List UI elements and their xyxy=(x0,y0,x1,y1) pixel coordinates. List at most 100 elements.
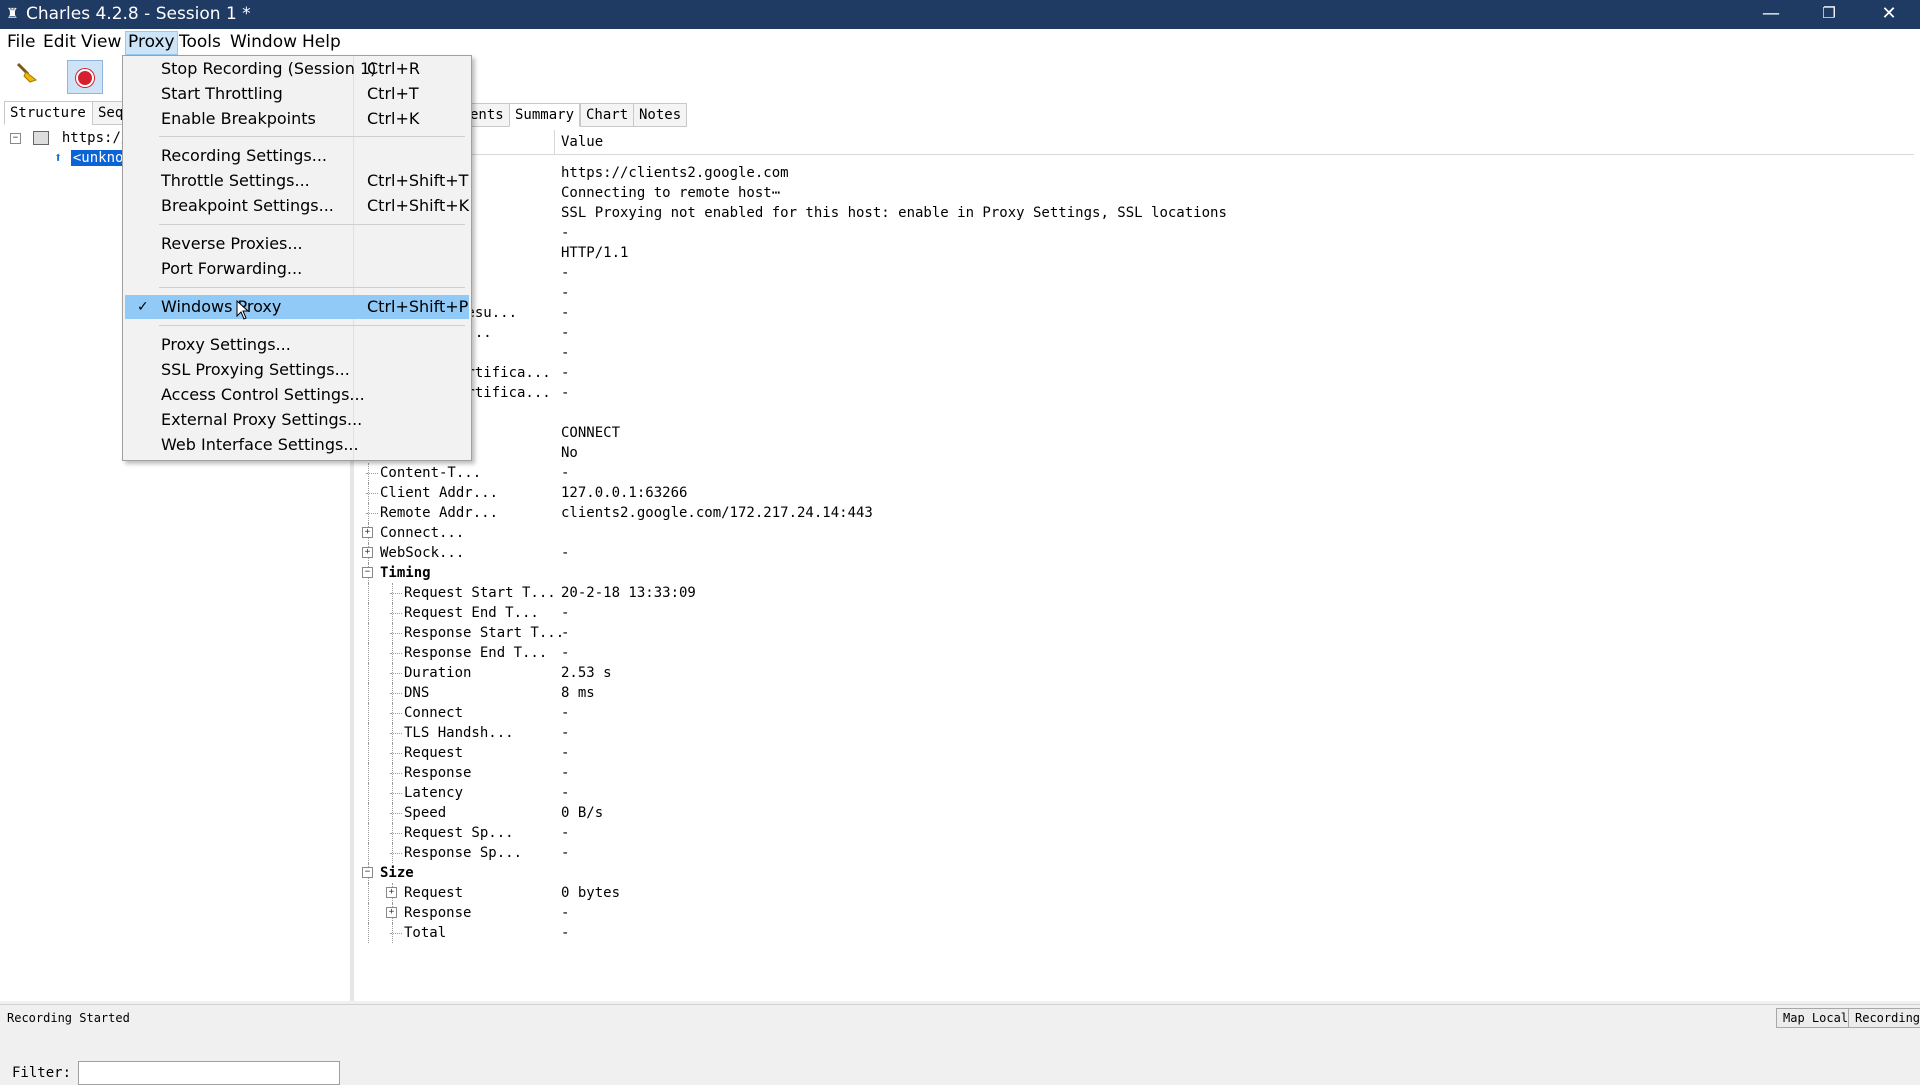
row-name: Total xyxy=(404,925,447,941)
table-row[interactable]: + Connect... xyxy=(354,523,1914,543)
filter-input[interactable] xyxy=(78,1061,340,1085)
minimize-button[interactable]: — xyxy=(1742,0,1800,29)
table-row[interactable]: + WebSock... - xyxy=(354,543,1914,563)
menu-item-breakpoint-settings[interactable]: Breakpoint Settings... Ctrl+Shift+K xyxy=(125,194,469,218)
table-row[interactable]: Response - xyxy=(354,763,1914,783)
table-header: Value xyxy=(354,130,1914,155)
menu-item-enable-breakpoints[interactable]: Enable Breakpoints Ctrl+K xyxy=(125,107,469,131)
row-value: 127.0.0.1:63266 xyxy=(561,485,688,501)
row-value: - xyxy=(561,785,570,801)
row-name: Response Start T... xyxy=(404,625,565,641)
close-button[interactable]: ✕ xyxy=(1858,0,1920,29)
row-name: Response End T... xyxy=(404,645,548,661)
table-row[interactable]: u... - xyxy=(354,323,1914,343)
restore-button[interactable]: ❐ xyxy=(1800,0,1858,29)
row-name: Request xyxy=(404,885,464,901)
menu-item-recording-settings[interactable]: Recording Settings... xyxy=(125,144,469,168)
row-name: Connect xyxy=(404,705,464,721)
menu-item-external-proxy-settings[interactable]: External Proxy Settings... xyxy=(125,408,469,432)
table-row[interactable]: .. xyxy=(354,403,1914,423)
broom-clear-icon[interactable] xyxy=(10,60,44,92)
row-name: Response xyxy=(404,905,472,921)
menu-edit[interactable]: Edit xyxy=(41,32,78,54)
expand-icon[interactable]: + xyxy=(386,907,397,918)
collapse-icon[interactable]: − xyxy=(10,132,21,144)
checkmark-icon: ✓ xyxy=(137,299,149,315)
table-row[interactable]: Response End T... - xyxy=(354,643,1914,663)
record-button[interactable] xyxy=(67,60,103,94)
table-row[interactable]: Response Sp... - xyxy=(354,843,1914,863)
table-row[interactable]: Duration 2.53 s xyxy=(354,663,1914,683)
menu-item-windows-proxy[interactable]: ✓ Windows Proxy Ctrl+Shift+P xyxy=(125,295,469,319)
tab-notes[interactable]: Notes xyxy=(633,103,688,127)
table-row[interactable]: - xyxy=(354,343,1914,363)
tab-structure[interactable]: Structure xyxy=(4,101,96,125)
host-lock-icon xyxy=(33,131,50,145)
menu-item-reverse-proxies[interactable]: Reverse Proxies... xyxy=(125,232,469,256)
menu-item-proxy-settings[interactable]: Proxy Settings... xyxy=(125,333,469,357)
menu-item-port-forwarding[interactable]: Port Forwarding... xyxy=(125,257,469,281)
table-row[interactable]: − Size xyxy=(354,863,1914,883)
table-row[interactable]: Total - xyxy=(354,923,1914,943)
map-local-button[interactable]: Map Local xyxy=(1776,1008,1856,1028)
menu-item-access-control-settings[interactable]: Access Control Settings... xyxy=(125,383,469,407)
row-value: 0 B/s xyxy=(561,805,604,821)
collapse-icon[interactable]: − xyxy=(362,867,373,878)
expand-icon[interactable]: + xyxy=(362,527,373,538)
expand-icon[interactable]: + xyxy=(362,547,373,558)
menu-file[interactable]: File xyxy=(5,32,37,54)
menu-view[interactable]: View xyxy=(79,32,123,54)
menu-item-ssl-proxying-settings[interactable]: SSL Proxying Settings... xyxy=(125,358,469,382)
tab-summary[interactable]: Summary xyxy=(509,103,581,127)
table-row[interactable]: https://clients2.google.com xyxy=(354,163,1914,183)
recording-button[interactable]: Recording xyxy=(1848,1008,1920,1028)
table-row[interactable]: Resu... - xyxy=(354,303,1914,323)
table-row[interactable]: Speed 0 B/s xyxy=(354,803,1914,823)
table-row[interactable]: − Timing xyxy=(354,563,1914,583)
table-row[interactable]: Response Start T... - xyxy=(354,623,1914,643)
table-row[interactable]: - xyxy=(354,283,1914,303)
table-row[interactable]: Client Addr... 127.0.0.1:63266 xyxy=(354,483,1914,503)
tab-chart[interactable]: Chart xyxy=(580,103,635,127)
row-value: - xyxy=(561,345,570,361)
table-row[interactable]: HTTP/1.1 xyxy=(354,243,1914,263)
tree-node-host[interactable]: − https://c xyxy=(10,129,138,147)
expand-icon[interactable]: + xyxy=(386,887,397,898)
table-row[interactable]: - xyxy=(354,263,1914,283)
table-row[interactable]: DNS 8 ms xyxy=(354,683,1914,703)
collapse-icon[interactable]: − xyxy=(362,567,373,578)
row-value: - xyxy=(561,305,570,321)
table-row[interactable]: Request Sp... - xyxy=(354,823,1914,843)
table-row[interactable]: SSL Proxying not enabled for this host: … xyxy=(354,203,1914,223)
table-row[interactable]: Latency - xyxy=(354,783,1914,803)
table-row[interactable]: Content-T... - xyxy=(354,463,1914,483)
table-row[interactable]: TLS Handsh... - xyxy=(354,723,1914,743)
table-row[interactable]: Remote Addr... clients2.google.com/172.21… xyxy=(354,503,1914,523)
table-row[interactable]: Request - xyxy=(354,743,1914,763)
row-value: - xyxy=(561,765,570,781)
table-row[interactable]: Request Start T... 20-2-18 13:33:09 xyxy=(354,583,1914,603)
table-row[interactable]: ..- xyxy=(354,223,1914,243)
menu-window[interactable]: Window xyxy=(228,32,299,54)
row-value: - xyxy=(561,705,570,721)
table-row[interactable]: + Request 0 bytes xyxy=(354,883,1914,903)
table-row[interactable]: No xyxy=(354,443,1914,463)
tree-node-unknown[interactable]: ⬆ <unkno xyxy=(54,149,126,167)
row-value: - xyxy=(561,465,570,481)
menu-item-stop-recording[interactable]: Stop Recording (Session 1) Ctrl+R xyxy=(125,57,469,81)
table-row[interactable]: ertifica... - xyxy=(354,383,1914,403)
table-row[interactable]: + Response - xyxy=(354,903,1914,923)
column-value[interactable]: Value xyxy=(561,130,603,154)
status-bar: Recording Started Map Local Recording xyxy=(0,1004,1920,1031)
menu-item-start-throttling[interactable]: Start Throttling Ctrl+T xyxy=(125,82,469,106)
menu-tools[interactable]: Tools xyxy=(177,32,223,54)
menu-item-throttle-settings[interactable]: Throttle Settings... Ctrl+Shift+T xyxy=(125,169,469,193)
menu-proxy[interactable]: Proxy xyxy=(125,31,178,55)
menu-item-web-interface-settings[interactable]: Web Interface Settings... xyxy=(125,433,469,457)
menu-help[interactable]: Help xyxy=(300,32,343,54)
table-row[interactable]: Connecting to remote host⋯ xyxy=(354,183,1914,203)
table-row[interactable]: CONNECT xyxy=(354,423,1914,443)
table-row[interactable]: Connect - xyxy=(354,703,1914,723)
table-row[interactable]: ertifica... - xyxy=(354,363,1914,383)
table-row[interactable]: Request End T... - xyxy=(354,603,1914,623)
